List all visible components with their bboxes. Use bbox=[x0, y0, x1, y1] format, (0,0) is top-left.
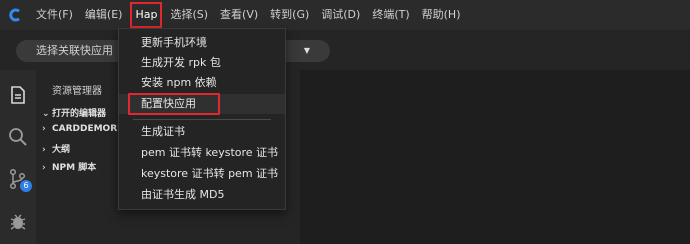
section-open-editors[interactable]: ⌄ 打开的编辑器 bbox=[42, 106, 106, 119]
menu-item-cert-md5[interactable]: 由证书生成 MD5 bbox=[119, 185, 285, 205]
chevron-down-icon: ⌄ bbox=[42, 109, 50, 119]
debug-icon[interactable] bbox=[7, 210, 29, 232]
menu-selection[interactable]: 选择(S) bbox=[164, 0, 214, 30]
menu-bar: 文件(F) 编辑(E) Hap 选择(S) 查看(V) 转到(G) 调试(D) … bbox=[0, 0, 690, 30]
menu-edit[interactable]: 编辑(E) bbox=[79, 0, 129, 30]
menu-item-update-phone-env[interactable]: 更新手机环境 bbox=[119, 33, 285, 53]
associated-app-select-label: 选择关联快应用 bbox=[36, 44, 113, 57]
source-control-badge: 6 bbox=[20, 180, 32, 192]
chevron-right-icon: › bbox=[42, 124, 46, 134]
menu-file[interactable]: 文件(F) bbox=[30, 0, 79, 30]
section-label: 大纲 bbox=[52, 145, 71, 155]
sidebar-title: 资源管理器 bbox=[52, 86, 102, 97]
app-logo-icon bbox=[0, 0, 30, 30]
menu-debug[interactable]: 调试(D) bbox=[315, 0, 366, 30]
menu-item-keystore-to-pem[interactable]: keystore 证书转 pem 证书 bbox=[119, 164, 285, 184]
chevron-right-icon: › bbox=[42, 163, 46, 173]
menu-item-generate-cert[interactable]: 生成证书 bbox=[119, 122, 285, 142]
section-project[interactable]: › CARDDEMORPI bbox=[42, 124, 127, 134]
explorer-icon[interactable] bbox=[7, 84, 29, 106]
menu-go[interactable]: 转到(G) bbox=[264, 0, 315, 30]
menu-help[interactable]: 帮助(H) bbox=[416, 0, 467, 30]
highlight-box bbox=[128, 93, 220, 115]
section-label: NPM 脚本 bbox=[52, 163, 97, 173]
menu-item-install-npm-deps[interactable]: 安装 npm 依赖 bbox=[119, 73, 285, 93]
section-label: 打开的编辑器 bbox=[52, 109, 107, 119]
menu-item-build-dev-rpk[interactable]: 生成开发 rpk 包 bbox=[119, 53, 285, 73]
menu-view[interactable]: 查看(V) bbox=[214, 0, 264, 30]
menu-hap[interactable]: Hap bbox=[128, 0, 164, 30]
search-icon[interactable] bbox=[7, 126, 29, 148]
menu-item-pem-to-keystore[interactable]: pem 证书转 keystore 证书 bbox=[119, 143, 285, 163]
activity-bar: 6 bbox=[0, 70, 36, 244]
chevron-right-icon: › bbox=[42, 145, 46, 155]
menu-separator bbox=[133, 119, 271, 120]
section-npm-scripts[interactable]: › NPM 脚本 bbox=[42, 160, 96, 173]
toolbar: 选择关联快应用 ▼ bbox=[0, 30, 690, 70]
menu-terminal[interactable]: 终端(T) bbox=[366, 0, 415, 30]
hap-menu-dropdown: 更新手机环境 生成开发 rpk 包 安装 npm 依赖 配置快应用 生成证书 p… bbox=[118, 28, 286, 210]
section-outline[interactable]: › 大纲 bbox=[42, 142, 70, 155]
editor-area bbox=[300, 70, 690, 244]
caret-down-icon: ▼ bbox=[303, 46, 310, 55]
section-label: CARDDEMORPI bbox=[52, 124, 128, 134]
